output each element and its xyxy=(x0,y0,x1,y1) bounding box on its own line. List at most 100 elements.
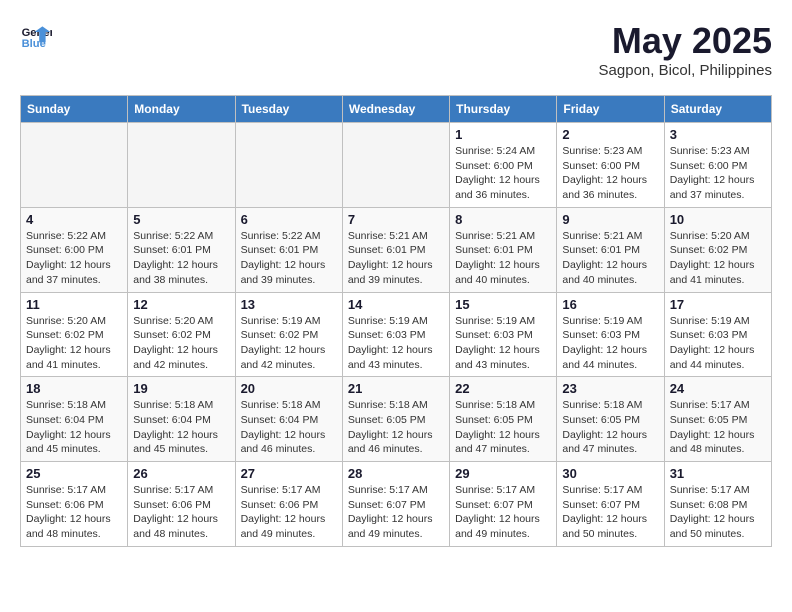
calendar-cell: 7Sunrise: 5:21 AM Sunset: 6:01 PM Daylig… xyxy=(342,207,449,292)
day-info: Sunrise: 5:17 AM Sunset: 6:08 PM Dayligh… xyxy=(670,483,766,542)
day-info: Sunrise: 5:20 AM Sunset: 6:02 PM Dayligh… xyxy=(670,229,766,288)
calendar-cell: 9 Sunrise: 5:21 AM Sunset: 6:01 PM Daylig… xyxy=(557,207,664,292)
calendar-cell: 11 Sunrise: 5:20 AM Sunset: 6:02 PM Dayli… xyxy=(21,292,128,377)
title-block: May 2025 Sagpon, Bicol, Philippines xyxy=(599,20,772,79)
weekday-header-row: SundayMondayTuesdayWednesdayThursdayFrid… xyxy=(21,96,772,123)
calendar-cell: 28Sunrise: 5:17 AM Sunset: 6:07 PM Dayli… xyxy=(342,462,449,547)
day-info: Sunrise: 5:17 AM Sunset: 6:07 PM Dayligh… xyxy=(455,483,551,542)
calendar-cell: 5 Sunrise: 5:22 AM Sunset: 6:01 PM Daylig… xyxy=(128,207,235,292)
calendar-cell: 29 Sunrise: 5:17 AM Sunset: 6:07 PM Dayli… xyxy=(450,462,557,547)
calendar-cell: 3 Sunrise: 5:23 AM Sunset: 6:00 PM Daylig… xyxy=(664,123,771,208)
day-info: Sunrise: 5:17 AM Sunset: 6:05 PM Dayligh… xyxy=(670,398,766,457)
calendar-table: SundayMondayTuesdayWednesdayThursdayFrid… xyxy=(20,95,772,547)
calendar-cell: 17 Sunrise: 5:19 AM Sunset: 6:03 PM Dayli… xyxy=(664,292,771,377)
day-number: 10 xyxy=(670,212,766,227)
page-header: General Blue May 2025 Sagpon, Bicol, Phi… xyxy=(20,20,772,79)
day-number: 25 xyxy=(26,466,122,481)
day-number: 17 xyxy=(670,297,766,312)
calendar-cell xyxy=(128,123,235,208)
location-subtitle: Sagpon, Bicol, Philippines xyxy=(599,62,772,79)
day-number: 3 xyxy=(670,127,766,142)
calendar-cell: 19 Sunrise: 5:18 AM Sunset: 6:04 PM Dayli… xyxy=(128,377,235,462)
day-number: 28 xyxy=(348,466,444,481)
day-info: Sunrise: 5:17 AM Sunset: 6:07 PM Dayligh… xyxy=(562,483,658,542)
day-info: Sunrise: 5:17 AM Sunset: 6:06 PM Dayligh… xyxy=(26,483,122,542)
day-info: Sunrise: 5:22 AM Sunset: 6:00 PM Dayligh… xyxy=(26,229,122,288)
logo-icon: General Blue xyxy=(20,20,52,52)
day-info: Sunrise: 5:23 AM Sunset: 6:00 PM Dayligh… xyxy=(670,144,766,203)
day-info: Sunrise: 5:20 AM Sunset: 6:02 PM Dayligh… xyxy=(133,314,229,373)
calendar-cell: 24 Sunrise: 5:17 AM Sunset: 6:05 PM Dayli… xyxy=(664,377,771,462)
day-info: Sunrise: 5:17 AM Sunset: 6:06 PM Dayligh… xyxy=(133,483,229,542)
calendar-cell: 14Sunrise: 5:19 AM Sunset: 6:03 PM Dayli… xyxy=(342,292,449,377)
day-number: 31 xyxy=(670,466,766,481)
day-info: Sunrise: 5:19 AM Sunset: 6:03 PM Dayligh… xyxy=(455,314,551,373)
day-info: Sunrise: 5:18 AM Sunset: 6:05 PM Dayligh… xyxy=(455,398,551,457)
day-info: Sunrise: 5:19 AM Sunset: 6:03 PM Dayligh… xyxy=(562,314,658,373)
day-number: 23 xyxy=(562,381,658,396)
day-info: Sunrise: 5:18 AM Sunset: 6:04 PM Dayligh… xyxy=(241,398,337,457)
weekday-header-thursday: Thursday xyxy=(450,96,557,123)
svg-text:General: General xyxy=(22,27,52,39)
day-number: 16 xyxy=(562,297,658,312)
day-number: 19 xyxy=(133,381,229,396)
calendar-cell: 18Sunrise: 5:18 AM Sunset: 6:04 PM Dayli… xyxy=(21,377,128,462)
day-number: 5 xyxy=(133,212,229,227)
calendar-cell: 31 Sunrise: 5:17 AM Sunset: 6:08 PM Dayli… xyxy=(664,462,771,547)
month-year-title: May 2025 xyxy=(599,20,772,62)
weekday-header-wednesday: Wednesday xyxy=(342,96,449,123)
calendar-week-row: 18 Sunrise: 5:18 AM Sunset: 6:04 PM Dayli… xyxy=(21,377,772,462)
calendar-cell: 4 Sunrise: 5:22 AM Sunset: 6:00 PM Daylig… xyxy=(21,207,128,292)
calendar-cell: 12 Sunrise: 5:20 AM Sunset: 6:02 PM Dayli… xyxy=(128,292,235,377)
calendar-cell: 10 Sunrise: 5:20 AM Sunset: 6:02 PM Dayli… xyxy=(664,207,771,292)
day-number: 1 xyxy=(455,127,551,142)
day-info: Sunrise: 5:19 AM Sunset: 6:02 PM Dayligh… xyxy=(241,314,337,373)
day-info: Sunrise: 5:18 AM Sunset: 6:05 PM Dayligh… xyxy=(348,398,444,457)
calendar-cell: 2Sunrise: 5:23 AM Sunset: 6:00 PM Daylig… xyxy=(557,123,664,208)
calendar-cell: 15 Sunrise: 5:19 AM Sunset: 6:03 PM Dayli… xyxy=(450,292,557,377)
day-info: Sunrise: 5:21 AM Sunset: 6:01 PM Dayligh… xyxy=(562,229,658,288)
day-number: 4 xyxy=(26,212,122,227)
calendar-cell xyxy=(342,123,449,208)
calendar-week-row: 25 Sunrise: 5:17 AM Sunset: 6:06 PM Dayli… xyxy=(21,462,772,547)
day-info: Sunrise: 5:22 AM Sunset: 6:01 PM Dayligh… xyxy=(133,229,229,288)
day-info: Sunrise: 5:19 AM Sunset: 6:03 PM Dayligh… xyxy=(348,314,444,373)
day-info: Sunrise: 5:19 AM Sunset: 6:03 PM Dayligh… xyxy=(670,314,766,373)
day-number: 24 xyxy=(670,381,766,396)
calendar-week-row: 1 Sunrise: 5:24 AM Sunset: 6:00 PM Daylig… xyxy=(21,123,772,208)
calendar-cell: 26Sunrise: 5:17 AM Sunset: 6:06 PM Dayli… xyxy=(128,462,235,547)
day-info: Sunrise: 5:21 AM Sunset: 6:01 PM Dayligh… xyxy=(348,229,444,288)
day-number: 29 xyxy=(455,466,551,481)
calendar-cell xyxy=(21,123,128,208)
day-info: Sunrise: 5:20 AM Sunset: 6:02 PM Dayligh… xyxy=(26,314,122,373)
calendar-cell: 6Sunrise: 5:22 AM Sunset: 6:01 PM Daylig… xyxy=(235,207,342,292)
calendar-cell: 16 Sunrise: 5:19 AM Sunset: 6:03 PM Dayli… xyxy=(557,292,664,377)
day-number: 15 xyxy=(455,297,551,312)
calendar-cell: 30 Sunrise: 5:17 AM Sunset: 6:07 PM Dayli… xyxy=(557,462,664,547)
calendar-cell: 22 Sunrise: 5:18 AM Sunset: 6:05 PM Dayli… xyxy=(450,377,557,462)
logo: General Blue xyxy=(20,20,52,52)
calendar-cell: 25 Sunrise: 5:17 AM Sunset: 6:06 PM Dayli… xyxy=(21,462,128,547)
calendar-week-row: 11 Sunrise: 5:20 AM Sunset: 6:02 PM Dayli… xyxy=(21,292,772,377)
day-number: 6 xyxy=(241,212,337,227)
calendar-week-row: 4 Sunrise: 5:22 AM Sunset: 6:00 PM Daylig… xyxy=(21,207,772,292)
day-number: 27 xyxy=(241,466,337,481)
day-number: 8 xyxy=(455,212,551,227)
day-number: 30 xyxy=(562,466,658,481)
day-number: 12 xyxy=(133,297,229,312)
day-number: 11 xyxy=(26,297,122,312)
day-number: 22 xyxy=(455,381,551,396)
day-info: Sunrise: 5:17 AM Sunset: 6:06 PM Dayligh… xyxy=(241,483,337,542)
calendar-cell: 23Sunrise: 5:18 AM Sunset: 6:05 PM Dayli… xyxy=(557,377,664,462)
calendar-cell: 20Sunrise: 5:18 AM Sunset: 6:04 PM Dayli… xyxy=(235,377,342,462)
calendar-cell: 8Sunrise: 5:21 AM Sunset: 6:01 PM Daylig… xyxy=(450,207,557,292)
day-number: 9 xyxy=(562,212,658,227)
weekday-header-friday: Friday xyxy=(557,96,664,123)
calendar-cell: 13Sunrise: 5:19 AM Sunset: 6:02 PM Dayli… xyxy=(235,292,342,377)
day-info: Sunrise: 5:18 AM Sunset: 6:04 PM Dayligh… xyxy=(133,398,229,457)
day-number: 18 xyxy=(26,381,122,396)
calendar-cell xyxy=(235,123,342,208)
day-info: Sunrise: 5:23 AM Sunset: 6:00 PM Dayligh… xyxy=(562,144,658,203)
day-info: Sunrise: 5:24 AM Sunset: 6:00 PM Dayligh… xyxy=(455,144,551,203)
calendar-cell: 21Sunrise: 5:18 AM Sunset: 6:05 PM Dayli… xyxy=(342,377,449,462)
